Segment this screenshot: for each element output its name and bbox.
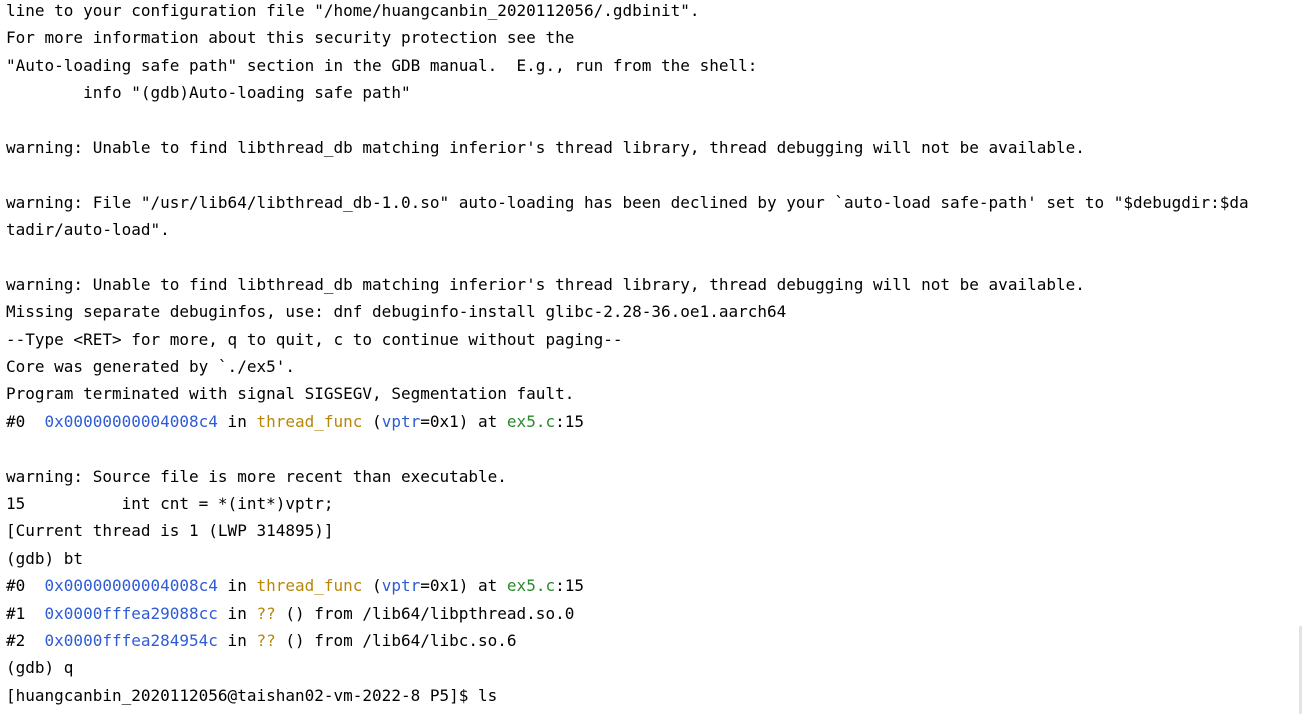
warning-line: warning: Source file is more recent than… — [6, 466, 507, 486]
frame-function: thread_func — [256, 576, 363, 596]
output-line: line to your configuration file "/home/h… — [6, 1, 700, 20]
frame-number: #0 — [6, 576, 26, 596]
frame-at: at — [468, 576, 507, 596]
frame-number: #2 — [6, 630, 26, 650]
gdb-command: (gdb) q — [6, 658, 74, 678]
shell-prompt[interactable]: [huangcanbin_2020112056@taishan02-vm-202… — [6, 685, 1296, 712]
frame-location: () from /lib64/libpthread.so.0 — [275, 603, 575, 623]
frame-location: () from /lib64/libc.so.6 — [275, 630, 517, 650]
output-line: tadir/auto-load". — [6, 220, 170, 240]
frame-file: ex5.c — [506, 411, 556, 431]
output-line: [Current thread is 1 (LWP 314895)] — [6, 521, 334, 541]
frame-in: in — [217, 630, 257, 650]
frame-in: in — [217, 576, 257, 596]
scrollbar-thumb[interactable] — [1299, 626, 1302, 714]
frame-paren: ( — [362, 576, 382, 596]
frame-address: 0x0000fffea29088cc — [44, 603, 218, 623]
frame-number: #1 — [6, 603, 26, 623]
source-line: 15 int cnt = *(int*)vptr; — [6, 494, 334, 514]
frame-function: ?? — [256, 630, 276, 650]
frame-arg-name: vptr — [381, 576, 421, 596]
stack-frame: #0 0x00000000004008c4 in thread_func (vp… — [6, 411, 1296, 438]
output-line: "Auto-loading safe path" section in the … — [6, 55, 758, 75]
frame-in: in — [217, 603, 257, 623]
frame-function: thread_func — [256, 411, 363, 431]
output-line: Missing separate debuginfos, use: dnf de… — [6, 302, 787, 322]
frame-file: ex5.c — [506, 576, 556, 596]
frame-line-number: :15 — [555, 576, 584, 596]
terminal-output[interactable]: line to your configuration file "/home/h… — [0, 0, 1296, 717]
warning-line: warning: File "/usr/lib64/libthread_db-1… — [6, 192, 1249, 212]
stack-frame: #1 0x0000fffea29088cc in ?? () from /lib… — [6, 603, 1296, 630]
frame-in: in — [217, 411, 257, 431]
frame-number: #0 — [6, 411, 26, 431]
stack-frame: #0 0x00000000004008c4 in thread_func (vp… — [6, 575, 1296, 602]
output-line: For more information about this security… — [6, 28, 575, 48]
frame-at: at — [468, 411, 507, 431]
stack-frame: #2 0x0000fffea284954c in ?? () from /lib… — [6, 630, 1296, 657]
frame-arg-value: =0x1) — [420, 411, 469, 431]
pager-prompt: --Type <RET> for more, q to quit, c to c… — [6, 329, 623, 349]
gdb-command: (gdb) bt — [6, 548, 84, 568]
frame-line-number: :15 — [555, 411, 584, 431]
frame-address: 0x00000000004008c4 — [44, 576, 218, 596]
output-line: info "(gdb)Auto-loading safe path" — [6, 83, 411, 103]
output-line: Core was generated by `./ex5'. — [6, 357, 295, 377]
warning-line: warning: Unable to find libthread_db mat… — [6, 137, 1085, 157]
frame-arg-name: vptr — [381, 411, 421, 431]
frame-arg-value: =0x1) — [420, 576, 469, 596]
output-line: Program terminated with signal SIGSEGV, … — [6, 384, 575, 404]
warning-line: warning: Unable to find libthread_db mat… — [6, 274, 1085, 294]
frame-address: 0x0000fffea284954c — [44, 630, 218, 650]
frame-paren: ( — [362, 411, 382, 431]
frame-function: ?? — [256, 603, 276, 623]
frame-address: 0x00000000004008c4 — [44, 411, 218, 431]
